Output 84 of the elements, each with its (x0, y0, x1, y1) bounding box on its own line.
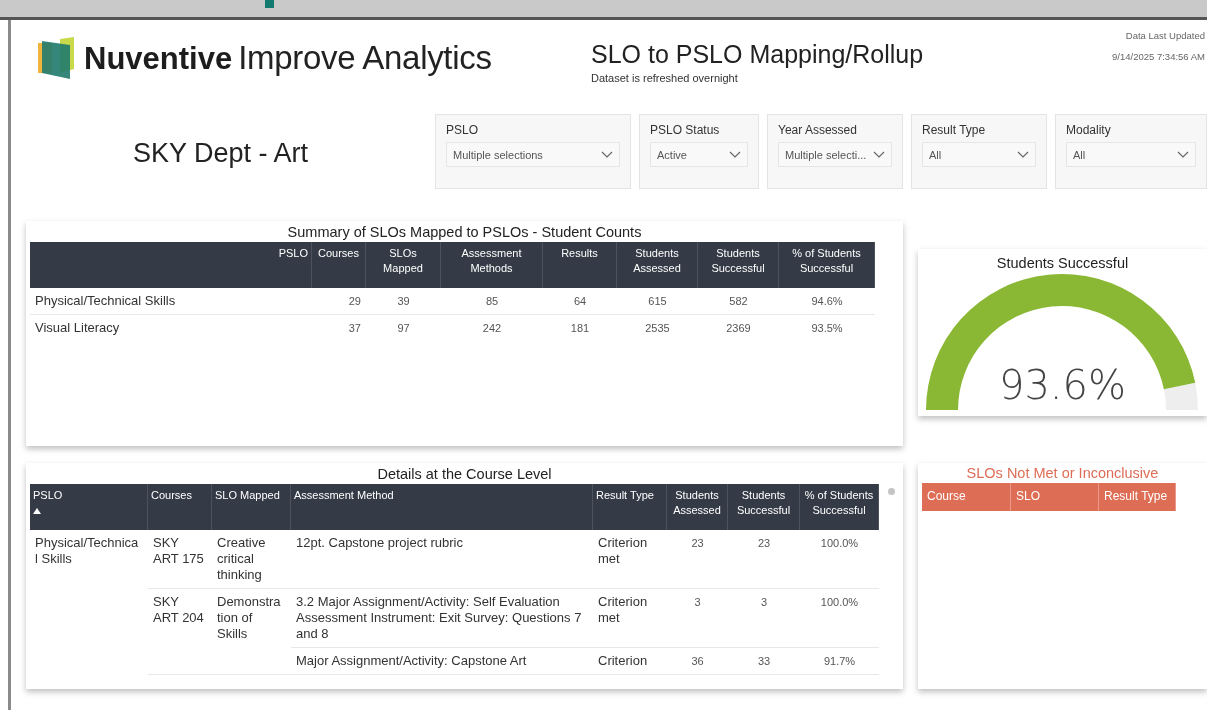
filter-label: Modality (1066, 123, 1112, 137)
card-title: SLOs Not Met or Inconclusive (965, 464, 1160, 483)
filter-dropdown[interactable]: All (922, 142, 1036, 167)
department-title: SKY Dept - Art (132, 137, 310, 170)
filter-label: Result Type (922, 123, 987, 137)
table-cell-text: 2369 (725, 321, 752, 336)
table-cell: 85 (441, 288, 543, 315)
table-cell-text: 97 (396, 321, 411, 336)
gauge-reading: 93.6% (997, 362, 1128, 408)
table-cell: SKY ART 204 (148, 589, 212, 675)
table-cell: 29 (312, 288, 366, 315)
table-cell: 94.6% (779, 288, 875, 315)
table-cell: 12pt. Capstone project rubric (291, 530, 593, 589)
table-cell: 582 (698, 288, 779, 315)
logo-icon (36, 37, 76, 79)
accent-mark (265, 0, 274, 8)
column-header[interactable]: Students Assessed (667, 484, 728, 530)
table-cell-text: 181 (569, 321, 591, 336)
filter-dropdown[interactable]: Multiple selecti... (778, 142, 892, 167)
updated-label: Data Last Updated (1125, 30, 1205, 41)
column-header[interactable]: Assessment Method (291, 484, 593, 530)
filter-label: Year Assessed (778, 123, 858, 137)
table-cell: 36 (667, 648, 728, 675)
chevron-down-icon (1177, 151, 1189, 158)
table-cell: 39 (366, 288, 441, 315)
table-cell: Major Assignment/Activity: Capstone Art (291, 648, 593, 675)
filter-label: PSLO Status (650, 123, 721, 137)
sort-ascending-icon (33, 507, 41, 514)
brand-product: Improve Analytics (238, 39, 492, 77)
column-header[interactable]: % of Students Successful (779, 242, 875, 288)
column-header[interactable]: PSLO (30, 484, 148, 530)
chevron-down-icon (873, 151, 885, 158)
table-cell: 23 (728, 530, 800, 589)
table-cell: Creative critical thinking (212, 530, 291, 589)
table-cell: 100.0% (800, 589, 879, 648)
column-header[interactable]: Students Successful (698, 242, 779, 288)
table-cell: Criterion met (593, 589, 667, 648)
table-cell: 3.2 Major Assignment/Activity: Self Evaluation Assessment Instrument: Exit Survey: Questions 7 and 8 (291, 589, 593, 648)
column-header[interactable]: SLO Mapped (212, 484, 291, 530)
chevron-down-icon (601, 151, 613, 158)
table-cell-text: 93.5% (810, 321, 844, 336)
report-title: SLO to PSLO Mapping/Rollup (591, 40, 925, 69)
filter-dropdown[interactable]: Active (650, 142, 748, 167)
table-cell: 3 (728, 589, 800, 648)
column-header[interactable]: Results (543, 242, 617, 288)
table-cell: Demonstra tion of Skills (212, 589, 291, 675)
column-header[interactable]: Courses (148, 484, 212, 530)
table-cell-text: Visual Literacy (34, 319, 121, 337)
table-cell-text: 242 (481, 321, 503, 336)
column-header[interactable]: PSLO (30, 242, 312, 288)
report-subtitle: Dataset is refreshed overnight (591, 72, 739, 84)
column-header[interactable]: Students Successful (728, 484, 800, 530)
card-title: Summary of SLOs Mapped to PSLOs - Student Counts (286, 223, 643, 242)
column-header[interactable]: Courses (312, 242, 366, 288)
filter-label: PSLO (446, 123, 479, 137)
table-cell-text: 37 (347, 321, 362, 336)
updated-value: 9/14/2025 7:34:56 AM (1112, 51, 1205, 62)
table-cell: 615 (617, 288, 698, 315)
table-cell-text: 2535 (644, 321, 671, 336)
table-cell-text: Physical/Technica l Skills (34, 534, 140, 568)
table-cell: 100.0% (800, 530, 879, 589)
table-cell: 64 (543, 288, 617, 315)
table-cell: Criterion met (593, 530, 667, 589)
filter-dropdown[interactable]: All (1066, 142, 1196, 167)
table-cell: Criterion (593, 648, 667, 675)
scrollbar-thumb[interactable] (888, 488, 895, 495)
table-cell: 91.7% (800, 648, 879, 675)
column-header[interactable]: Assessment Methods (441, 242, 543, 288)
column-header[interactable]: % of Students Successful (800, 484, 879, 530)
table-cell: 23 (667, 530, 728, 589)
gauge-track (1163, 382, 1198, 410)
table-cell: 3 (667, 589, 728, 648)
brand-name: Nuventive (84, 41, 233, 77)
column-header[interactable]: SLOs Mapped (366, 242, 441, 288)
chevron-down-icon (729, 151, 741, 158)
table-cell: 33 (728, 648, 800, 675)
chevron-down-icon (1017, 151, 1029, 158)
card-title: Details at the Course Level (376, 465, 553, 484)
table-cell: SKY ART 175 (148, 530, 212, 589)
filter-dropdown[interactable]: Multiple selections (446, 142, 620, 167)
column-header[interactable]: Result Type (593, 484, 667, 530)
table-cell: Physical/Technical Skills (30, 288, 312, 315)
card-title: Students Successful (995, 254, 1130, 273)
column-header[interactable]: Students Assessed (617, 242, 698, 288)
